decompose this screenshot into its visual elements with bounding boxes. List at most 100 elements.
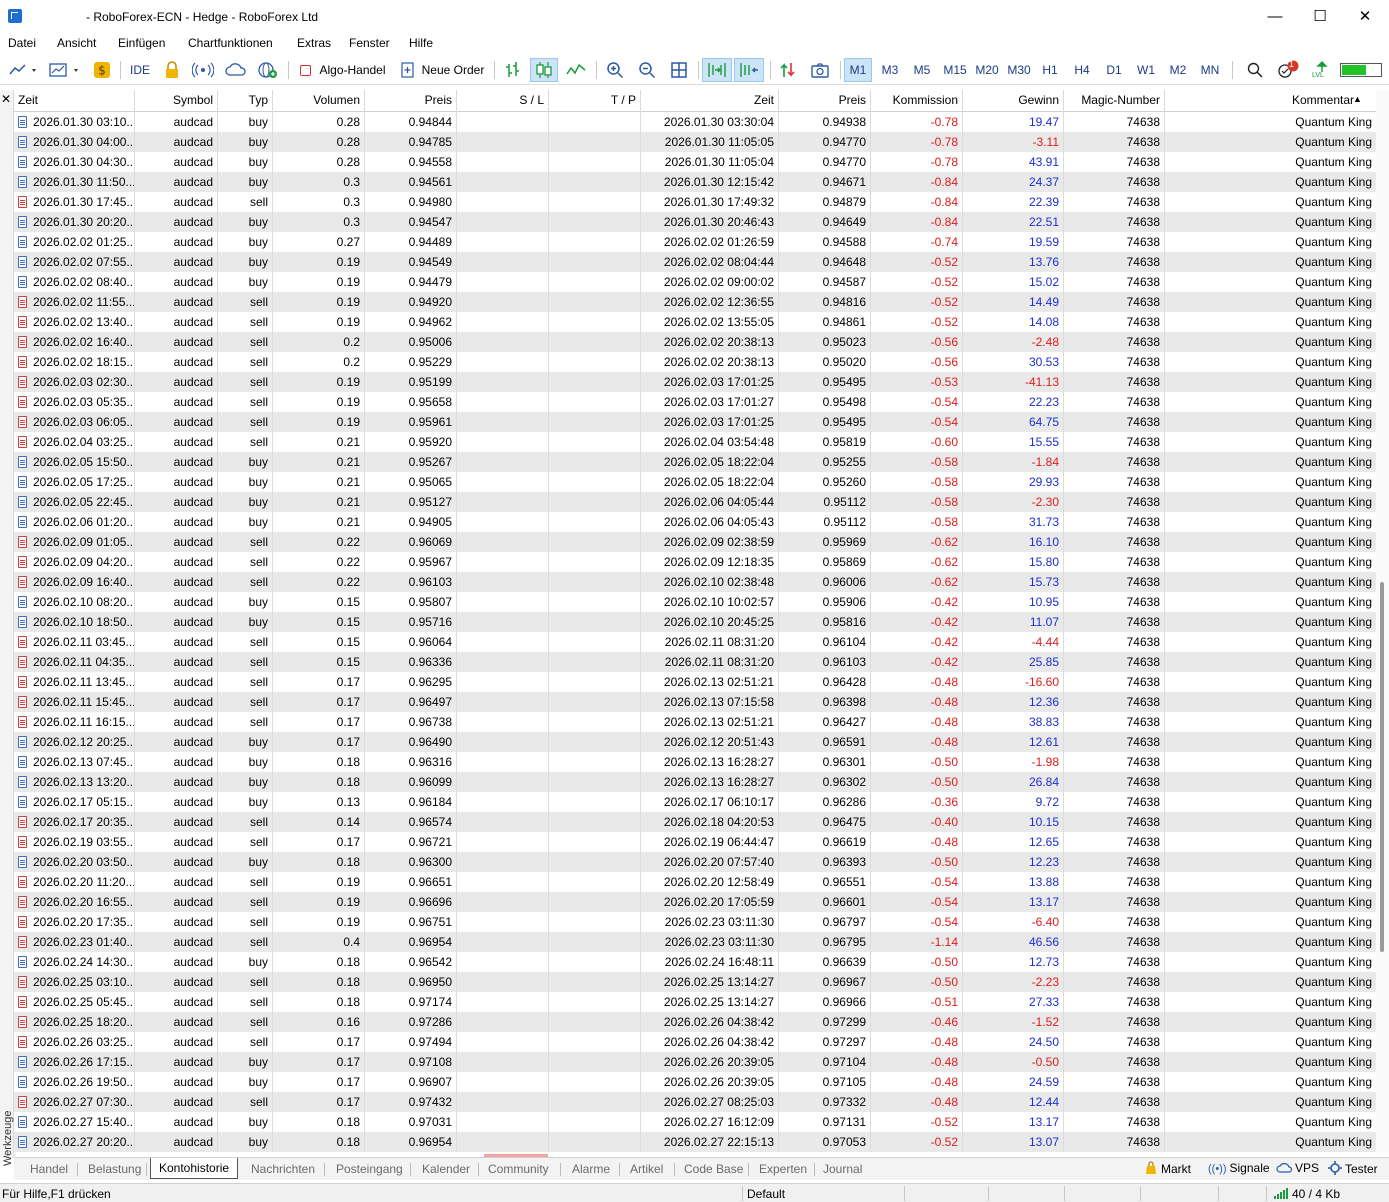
menu-einfuegen[interactable]: Einfügen [118, 36, 165, 50]
close-panel-icon[interactable]: ✕ [1, 92, 11, 106]
table-row[interactable]: 2026.02.02 13:40... audcad sell 0.19 0.94962… [14, 312, 1376, 332]
col-header-sl[interactable]: S / L [457, 90, 549, 112]
menu-hilfe[interactable]: Hilfe [409, 36, 433, 50]
table-row[interactable]: 2026.02.02 16:40... audcad sell 0.2 0.95006 2… [14, 332, 1376, 352]
vps-button[interactable]: VPS [1276, 1161, 1319, 1175]
table-row[interactable]: 2026.02.13 07:45... audcad buy 0.18 0.96316 2… [14, 752, 1376, 772]
tab-artikel[interactable]: Artikel [630, 1160, 663, 1179]
signals-button[interactable] [190, 58, 216, 82]
table-row[interactable]: 2026.02.11 03:45... audcad sell 0.15 0.96064… [14, 632, 1376, 652]
table-row[interactable]: 2026.02.12 20:25... audcad buy 0.17 0.96490 2… [14, 732, 1376, 752]
cloud-button[interactable] [222, 58, 250, 82]
col-header-kommentar[interactable]: Kommentar [1165, 90, 1376, 112]
menu-extras[interactable]: Extras [297, 36, 331, 50]
timeframe-m20[interactable]: M20 [972, 58, 1002, 82]
line-chart-button[interactable] [562, 58, 590, 82]
table-row[interactable]: 2026.02.02 07:55... audcad buy 0.19 0.94549 2… [14, 252, 1376, 272]
timeframe-h4[interactable]: H4 [1068, 58, 1096, 82]
table-row[interactable]: 2026.02.23 01:40... audcad sell 0.4 0.96954 2… [14, 932, 1376, 952]
zoom-in-button[interactable] [602, 58, 628, 82]
menu-datei[interactable]: Datei [8, 36, 36, 50]
table-row[interactable]: 2026.02.03 06:05... audcad sell 0.19 0.95961… [14, 412, 1376, 432]
notifications-button[interactable]: 1 [1274, 58, 1302, 82]
menu-chartfunktionen[interactable]: Chartfunktionen [188, 36, 273, 50]
col-header-magic[interactable]: Magic-Number [1064, 90, 1165, 112]
table-row[interactable]: 2026.01.30 17:45... audcad sell 0.3 0.94980 2… [14, 192, 1376, 212]
table-row[interactable]: 2026.02.02 01:25... audcad buy 0.27 0.94489 2… [14, 232, 1376, 252]
minimize-button[interactable]: — [1255, 3, 1295, 31]
table-row[interactable]: 2026.02.17 20:35... audcad sell 0.14 0.96574… [14, 812, 1376, 832]
menu-ansicht[interactable]: Ansicht [57, 36, 96, 50]
bar-chart-button[interactable] [500, 58, 526, 82]
table-row[interactable]: 2026.02.26 17:15... audcad buy 0.17 0.97108 2… [14, 1052, 1376, 1072]
table-row[interactable]: 2026.02.27 15:40... audcad buy 0.18 0.97031 2… [14, 1112, 1376, 1132]
col-header-zeit[interactable]: Zeit [14, 90, 135, 112]
col-header-volumen[interactable]: Volumen [273, 90, 365, 112]
table-row[interactable]: 2026.02.26 19:50... audcad buy 0.17 0.96907 2… [14, 1072, 1376, 1092]
tab-handel[interactable]: Handel [30, 1160, 68, 1179]
close-button[interactable]: ✕ [1345, 3, 1385, 31]
tab-community[interactable]: Community [488, 1160, 549, 1179]
col-header-kommission[interactable]: Kommission [871, 90, 963, 112]
menu-fenster[interactable]: Fenster [349, 36, 390, 50]
table-row[interactable]: 2026.01.30 04:30... audcad buy 0.28 0.94558 2… [14, 152, 1376, 172]
templates-dropdown[interactable] [46, 58, 84, 82]
timeframe-m5[interactable]: M5 [908, 58, 936, 82]
signale-button[interactable]: ((•)) Signale [1208, 1161, 1270, 1175]
signal-strength-button[interactable]: LVL [1308, 58, 1336, 82]
lock-button[interactable] [160, 58, 184, 82]
table-row[interactable]: 2026.02.05 17:25... audcad buy 0.21 0.95065 2… [14, 472, 1376, 492]
tab-belastung[interactable]: Belastung [88, 1160, 141, 1179]
timeframe-m30[interactable]: M30 [1004, 58, 1034, 82]
deposit-button[interactable]: $ [90, 58, 114, 82]
tab-kontohistorie[interactable]: Kontohistorie [150, 1158, 239, 1179]
table-row[interactable]: 2026.02.27 07:30... audcad sell 0.17 0.97432… [14, 1092, 1376, 1112]
table-row[interactable]: 2026.02.10 18:50... audcad buy 0.15 0.95716 2… [14, 612, 1376, 632]
timeframe-m1[interactable]: M1 [844, 58, 872, 82]
table-row[interactable]: 2026.02.03 02:30... audcad sell 0.19 0.95199… [14, 372, 1376, 392]
scrollbar-thumb[interactable] [1380, 582, 1384, 952]
maximize-button[interactable]: ☐ [1300, 3, 1340, 31]
col-header-symbol[interactable]: Symbol [135, 90, 218, 112]
table-row[interactable]: 2026.01.30 04:00... audcad buy 0.28 0.94785 2… [14, 132, 1376, 152]
table-row[interactable]: 2026.02.11 16:15... audcad sell 0.17 0.96738… [14, 712, 1376, 732]
table-row[interactable]: 2026.02.11 13:45... audcad sell 0.17 0.96295… [14, 672, 1376, 692]
new-order-button[interactable]: Neue Order [398, 58, 486, 82]
screenshot-button[interactable] [806, 58, 834, 82]
ide-button[interactable]: IDE [126, 58, 154, 82]
table-row[interactable]: 2026.01.30 20:20... audcad buy 0.3 0.94547 20… [14, 212, 1376, 232]
col-header-preis[interactable]: Preis [365, 90, 457, 112]
trade-levels-button[interactable] [774, 58, 802, 82]
timeframe-m3[interactable]: M3 [876, 58, 904, 82]
tab-nachrichten[interactable]: Nachrichten [251, 1160, 315, 1179]
col-header-tp[interactable]: T / P [549, 90, 641, 112]
table-row[interactable]: 2026.02.20 16:55... audcad sell 0.19 0.96696… [14, 892, 1376, 912]
table-row[interactable]: 2026.02.20 03:50... audcad buy 0.18 0.96300 2… [14, 852, 1376, 872]
table-row[interactable]: 2026.02.17 05:15... audcad buy 0.13 0.96184 2… [14, 792, 1376, 812]
market-button[interactable] [254, 58, 282, 82]
table-row[interactable]: 2026.02.05 15:50... audcad buy 0.21 0.95267 2… [14, 452, 1376, 472]
table-row[interactable]: 2026.02.26 03:25... audcad sell 0.17 0.97494… [14, 1032, 1376, 1052]
timeframe-mn2[interactable]: M2 [1164, 58, 1192, 82]
table-row[interactable]: 2026.02.25 03:10... audcad sell 0.18 0.96950… [14, 972, 1376, 992]
table-row[interactable]: 2026.02.03 05:35... audcad sell 0.19 0.95658… [14, 392, 1376, 412]
table-row[interactable]: 2026.02.25 05:45... audcad sell 0.18 0.97174… [14, 992, 1376, 1012]
tab-experten[interactable]: Experten [759, 1160, 807, 1179]
markt-button[interactable]: Markt [1144, 1161, 1191, 1176]
table-row[interactable]: 2026.02.11 15:45... audcad sell 0.17 0.96497… [14, 692, 1376, 712]
tab-kalender[interactable]: Kalender [422, 1160, 470, 1179]
col-header-gewinn[interactable]: Gewinn [963, 90, 1064, 112]
table-row[interactable]: 2026.02.19 03:55... audcad sell 0.17 0.96721… [14, 832, 1376, 852]
timeframe-m15[interactable]: M15 [940, 58, 970, 82]
table-row[interactable]: 2026.02.25 18:20... audcad sell 0.16 0.97286… [14, 1012, 1376, 1032]
col-header-zeit-close[interactable]: Zeit [641, 90, 779, 112]
table-row[interactable]: 2026.02.06 01:20... audcad buy 0.21 0.94905 2… [14, 512, 1376, 532]
table-row[interactable]: 2026.02.11 04:35... audcad sell 0.15 0.96336… [14, 652, 1376, 672]
search-button[interactable] [1242, 58, 1268, 82]
table-row[interactable]: 2026.01.30 11:50... audcad buy 0.3 0.94561 20… [14, 172, 1376, 192]
algo-trading-button[interactable]: Algo-Handel [294, 58, 392, 82]
table-row[interactable]: 2026.02.05 22:45... audcad buy 0.21 0.95127 2… [14, 492, 1376, 512]
table-row[interactable]: 2026.02.02 08:40... audcad buy 0.19 0.94479 2… [14, 272, 1376, 292]
tab-code-base[interactable]: Code Base [684, 1160, 743, 1179]
tab-posteingang[interactable]: Posteingang [336, 1160, 403, 1179]
